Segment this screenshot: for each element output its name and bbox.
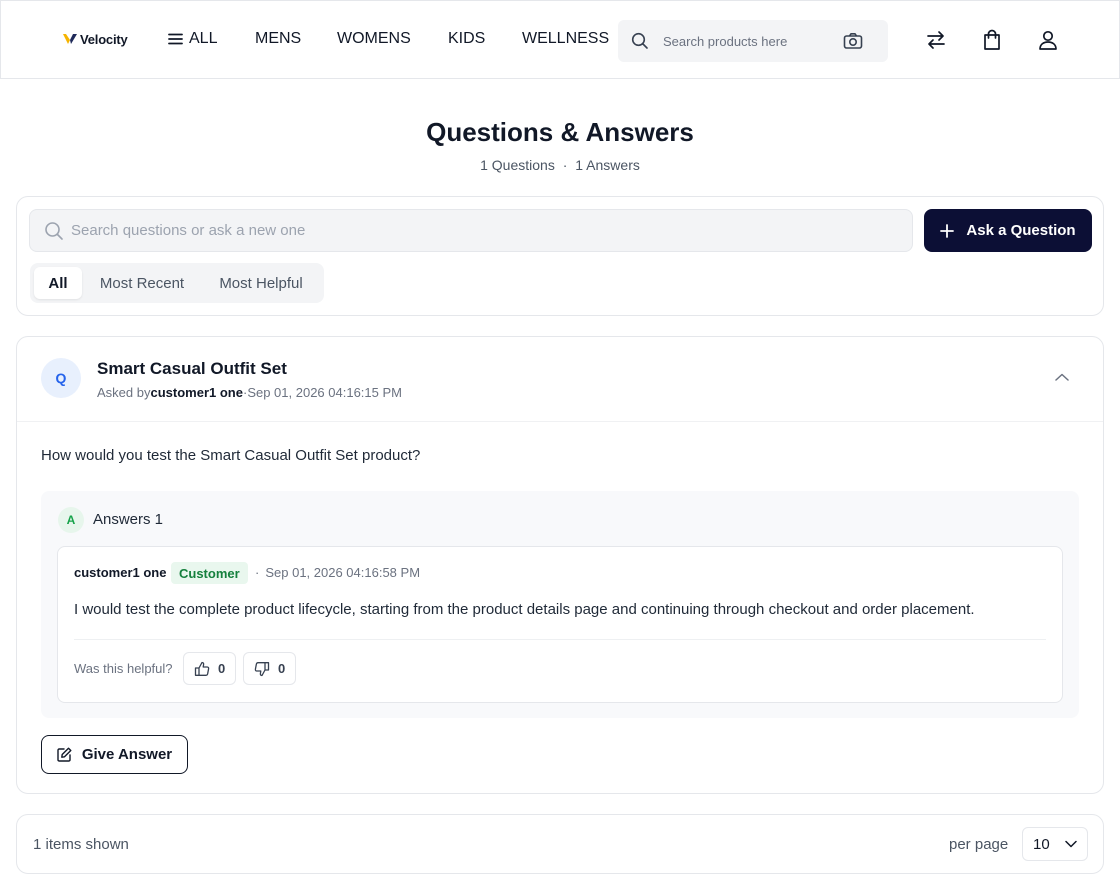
nav-item-label: MENS <box>255 30 302 47</box>
answer-badge: A <box>58 507 84 533</box>
answer-divider <box>74 639 1046 640</box>
items-shown: 1 items shown <box>33 836 129 853</box>
question-badge: Q <box>41 358 81 398</box>
tab-all[interactable]: All <box>34 267 82 299</box>
qa-filter-card: Ask a Question All Most Recent Most Help… <box>16 196 1104 316</box>
qa-filter-tabs: All Most Recent Most Helpful <box>30 263 324 303</box>
nav-item-label: KIDS <box>448 30 486 47</box>
question-header[interactable]: Q Smart Casual Outfit Set Asked bycustom… <box>17 337 1103 422</box>
answers-label: Answers 1 <box>93 511 164 528</box>
thumbs-down-icon <box>254 661 270 677</box>
per-page-label: per page <box>949 836 1009 853</box>
search-icon <box>44 221 64 241</box>
question-product-title: Smart Casual Outfit Set <box>97 359 287 378</box>
collapse-button[interactable] <box>1052 367 1072 387</box>
upvote-count: 0 <box>218 661 226 676</box>
tab-most-helpful[interactable]: Most Helpful <box>202 267 320 299</box>
edit-icon <box>57 747 72 762</box>
answer-date: Sep 01, 2026 04:16:58 PM <box>265 565 421 580</box>
give-answer-button[interactable]: Give Answer <box>41 735 188 774</box>
answer-card: customer1 one Customer · Sep 01, 2026 04:… <box>57 546 1063 703</box>
summary-separator: · <box>562 157 568 173</box>
search-icon[interactable] <box>631 32 649 50</box>
plus-icon <box>940 223 955 238</box>
question-card: Q Smart Casual Outfit Set Asked bycustom… <box>16 336 1104 794</box>
logo-mark-icon <box>62 31 78 47</box>
page-summary: 1 Questions · 1 Answers <box>0 157 1120 173</box>
question-search-input[interactable] <box>71 210 891 251</box>
answers-section: A Answers 1 customer1 one Customer · Sep … <box>41 491 1079 718</box>
nav-item-label: ALL <box>189 30 218 47</box>
per-page-select[interactable]: 10 <box>1022 827 1088 861</box>
downvote-button[interactable]: 0 <box>243 652 297 685</box>
answers-count: 1 Answers <box>575 157 640 173</box>
nav-item-label: WELLNESS <box>522 30 610 47</box>
downvote-count: 0 <box>278 661 286 676</box>
thumbs-up-icon <box>194 661 210 677</box>
logo-text: Velocity <box>80 31 128 47</box>
ask-question-button[interactable]: Ask a Question <box>924 209 1092 252</box>
answer-separator: · <box>255 565 260 580</box>
answer-meta: · Sep 01, 2026 04:16:58 PM <box>255 565 420 580</box>
chevron-up-icon <box>1055 373 1069 381</box>
give-answer-label: Give Answer <box>81 746 173 763</box>
product-search <box>618 20 888 62</box>
question-meta: Asked bycustomer1 one·Sep 01, 2026 04:16… <box>97 385 402 400</box>
answer-text: I would test the complete product lifecy… <box>74 601 975 618</box>
question-author: customer1 one <box>150 385 243 400</box>
questions-count: 1 Questions <box>480 157 555 173</box>
tab-most-recent[interactable]: Most Recent <box>86 267 198 299</box>
nav-item-womens[interactable]: WOMENS <box>337 29 411 49</box>
camera-icon[interactable] <box>843 32 863 50</box>
upvote-button[interactable]: 0 <box>183 652 237 685</box>
site-header: Velocity ALL MENS WOMENS KIDS WELLNESS <box>0 0 1120 79</box>
per-page-value: 10 <box>1033 835 1050 853</box>
product-search-input[interactable] <box>663 20 833 62</box>
compare-icon[interactable] <box>925 29 947 51</box>
nav-item-label: WOMENS <box>337 30 411 47</box>
menu-icon <box>168 33 183 45</box>
chevron-down-icon <box>1065 840 1077 848</box>
nav-item-wellness[interactable]: WELLNESS <box>522 29 609 49</box>
page-title: Questions & Answers <box>426 117 694 147</box>
nav-item-all[interactable]: ALL <box>168 29 217 49</box>
nav-item-mens[interactable]: MENS <box>255 29 301 49</box>
ask-question-label: Ask a Question <box>966 222 1076 239</box>
question-text: How would you test the Smart Casual Outf… <box>41 447 421 464</box>
question-search <box>29 209 913 252</box>
question-date: Sep 01, 2026 04:16:15 PM <box>247 385 402 400</box>
pagination-bar: 1 items shown per page 10 <box>16 814 1104 874</box>
answer-author: customer1 one <box>74 565 167 580</box>
asked-by-label: Asked by <box>97 385 151 400</box>
shopping-bag-icon[interactable] <box>982 29 1002 51</box>
logo[interactable]: Velocity <box>62 31 128 47</box>
nav-item-kids[interactable]: KIDS <box>448 29 485 49</box>
helpful-label: Was this helpful? <box>74 661 173 676</box>
user-icon[interactable] <box>1037 29 1059 51</box>
customer-badge: Customer <box>171 562 248 584</box>
